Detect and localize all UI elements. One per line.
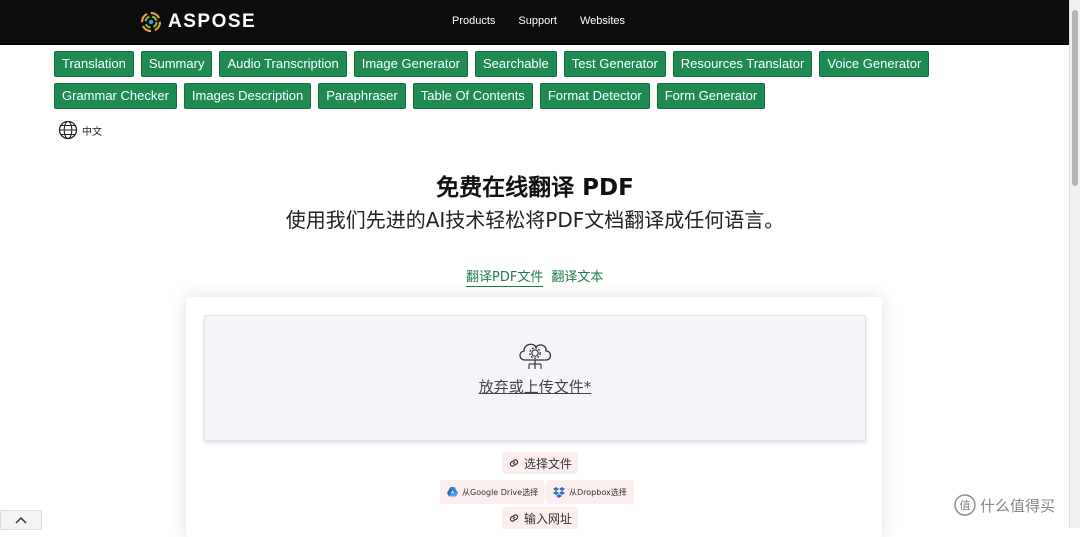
tool-paraphraser-button[interactable]: Paraphraser — [318, 83, 406, 109]
vertical-scrollbar[interactable] — [1069, 0, 1080, 528]
tab-translate-pdf-file[interactable]: 翻译PDF文件 — [466, 266, 544, 287]
file-dropzone[interactable]: 放弃或上传文件* — [204, 315, 866, 441]
language-label: 中文 — [82, 126, 102, 138]
tool-format-detector-button[interactable]: Format Detector — [539, 83, 650, 109]
link-icon — [509, 459, 519, 467]
google-drive-icon — [447, 487, 458, 497]
watermark: 值 什么值得买 — [954, 494, 1055, 516]
tool-resources-translator-button[interactable]: Resources Translator — [672, 51, 813, 77]
nav-products-link[interactable]: Products — [452, 15, 495, 27]
choose-file-button[interactable]: 选择文件 — [502, 452, 579, 474]
aspose-logo-icon — [140, 11, 162, 33]
nav-support-link[interactable]: Support — [518, 15, 557, 27]
tool-summary-button[interactable]: Summary — [140, 51, 213, 77]
tool-form-generator-button[interactable]: Form Generator — [656, 83, 766, 109]
tool-test-generator-button[interactable]: Test Generator — [563, 51, 666, 77]
google-drive-button[interactable]: 从Google Drive选择 — [440, 480, 546, 504]
cloud-upload-gear-icon — [519, 343, 552, 369]
tool-buttons-row-1: Translation Summary Audio Transcription … — [54, 51, 936, 77]
tool-grammar-checker-button[interactable]: Grammar Checker — [54, 83, 177, 109]
enter-url-button[interactable]: 输入网址 — [502, 507, 579, 529]
watermark-text: 什么值得买 — [980, 496, 1056, 515]
upload-card: 放弃或上传文件* 选择文件 从Google Drive选择 从Dropbox选择… — [186, 297, 882, 537]
dropbox-icon — [553, 486, 565, 498]
dropzone-text: 放弃或上传文件* — [478, 378, 592, 396]
mode-tabs: 翻译PDF文件 翻译文本 — [466, 266, 611, 287]
enter-url-label: 输入网址 — [524, 511, 573, 526]
tab-translate-text[interactable]: 翻译文本 — [551, 266, 603, 287]
dropbox-label: 从Dropbox选择 — [569, 487, 627, 497]
dropbox-button[interactable]: 从Dropbox选择 — [546, 480, 634, 504]
aspose-logo[interactable]: ASPOSE — [140, 11, 256, 33]
link-icon — [509, 514, 519, 522]
chevron-up-icon — [15, 516, 27, 524]
top-navigation-bar: ASPOSE Products Support Websites — [0, 0, 1070, 45]
tool-buttons-row-2: Grammar Checker Images Description Parap… — [54, 83, 772, 109]
page-subtitle: 使用我们先进的AI技术轻松将PDF文档翻译成任何语言。 — [285, 208, 785, 232]
tool-audio-transcription-button[interactable]: Audio Transcription — [219, 51, 347, 77]
google-drive-label: 从Google Drive选择 — [462, 487, 539, 497]
tool-voice-generator-button[interactable]: Voice Generator — [819, 51, 930, 77]
choose-file-label: 选择文件 — [524, 456, 573, 471]
tool-translation-button[interactable]: Translation — [54, 51, 134, 77]
svg-text:值: 值 — [960, 499, 971, 512]
tool-images-description-button[interactable]: Images Description — [183, 83, 312, 109]
nav-websites-link[interactable]: Websites — [580, 15, 625, 27]
page-title: 免费在线翻译 PDF — [436, 175, 634, 201]
tool-image-generator-button[interactable]: Image Generator — [353, 51, 469, 77]
scrollbar-thumb[interactable] — [1072, 10, 1078, 186]
tool-searchable-button[interactable]: Searchable — [475, 51, 557, 77]
language-selector[interactable]: 中文 — [58, 120, 102, 140]
logo-text: ASPOSE — [168, 11, 257, 32]
globe-icon — [58, 120, 78, 140]
scroll-to-top-button[interactable] — [0, 510, 42, 530]
top-nav-links: Products Support Websites — [452, 15, 648, 27]
smzdm-logo-icon: 值 — [954, 494, 976, 516]
tool-table-of-contents-button[interactable]: Table Of Contents — [412, 83, 533, 109]
